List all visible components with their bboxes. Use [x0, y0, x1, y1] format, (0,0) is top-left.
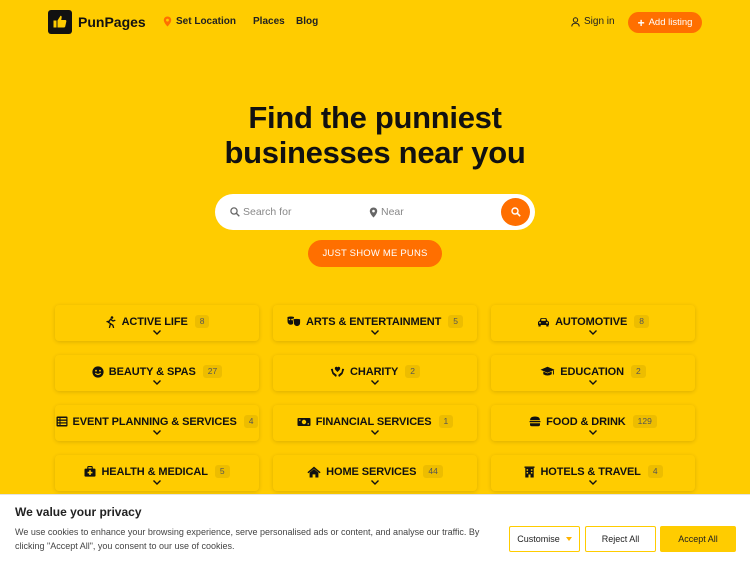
logo[interactable]: PunPages: [48, 10, 146, 34]
category-label: FINANCIAL SERVICES: [315, 415, 432, 428]
category-hotels-travel[interactable]: HOTELS & TRAVEL 4: [491, 455, 695, 491]
search-submit-button[interactable]: [501, 198, 530, 226]
burger-icon: [529, 416, 541, 428]
category-education[interactable]: EDUCATION 2: [491, 355, 695, 391]
category-health-medical[interactable]: HEALTH & MEDICAL 5: [55, 455, 259, 491]
category-count: 5: [448, 315, 464, 328]
site-header: PunPages Set Location Places Blog Sign i…: [0, 0, 750, 44]
hero-title: Find the punniest businesses near you: [0, 100, 750, 170]
category-active-life[interactable]: ACTIVE LIFE 8: [55, 305, 259, 341]
chevron-down-icon: [153, 380, 161, 385]
search-input[interactable]: Search for: [230, 194, 291, 230]
search-icon: [510, 207, 521, 217]
nav-blog[interactable]: Blog: [296, 16, 318, 27]
category-count: 4: [647, 465, 663, 478]
category-count: 8: [194, 315, 210, 328]
chevron-down-icon: [153, 430, 161, 435]
category-home-services[interactable]: HOME SERVICES 44: [273, 455, 477, 491]
plus-icon: +: [637, 15, 645, 30]
running-icon: [105, 315, 117, 328]
category-label: FOOD & DRINK: [546, 415, 626, 428]
chevron-down-icon: [371, 330, 379, 335]
hero-title-line-1: Find the punniest: [248, 100, 502, 135]
map-pin-icon: [163, 16, 172, 27]
list-icon: [56, 416, 68, 428]
category-label: EDUCATION: [560, 365, 624, 378]
search-bar: Search for Near: [215, 194, 535, 230]
category-arts-entertainment[interactable]: ARTS & ENTERTAINMENT 5: [273, 305, 477, 341]
sign-in-link[interactable]: Sign in: [571, 16, 615, 27]
category-automotive[interactable]: AUTOMOTIVE 8: [491, 305, 695, 341]
set-location-link[interactable]: Set Location: [163, 16, 236, 27]
money-icon: [297, 416, 311, 428]
chevron-down-icon: [589, 430, 597, 435]
chevron-down-icon: [589, 330, 597, 335]
just-show-me-puns-button[interactable]: JUST SHOW ME PUNS: [308, 240, 442, 267]
category-count: 4: [243, 415, 259, 428]
hotel-icon: [523, 466, 535, 478]
chevron-down-icon: [589, 380, 597, 385]
graduation-cap-icon: [540, 366, 555, 378]
near-input[interactable]: Near: [369, 194, 404, 230]
category-label: AUTOMOTIVE: [555, 315, 628, 328]
add-listing-button[interactable]: + Add listing: [628, 12, 702, 33]
category-label: EVENT PLANNING & SERVICES: [72, 415, 237, 428]
category-count: 27: [202, 365, 223, 378]
smile-icon: [92, 365, 104, 378]
near-placeholder: Near: [381, 206, 404, 218]
category-label: ACTIVE LIFE: [121, 315, 188, 328]
nav-places-label: Places: [253, 16, 285, 27]
category-label: CHARITY: [350, 365, 399, 378]
category-beauty-spas[interactable]: BEAUTY & SPAS 27: [55, 355, 259, 391]
search-icon: [230, 207, 240, 217]
thumbs-up-logo-icon: [48, 10, 72, 34]
set-location-label: Set Location: [176, 16, 237, 27]
theater-masks-icon: [287, 316, 301, 328]
category-count: 1: [438, 415, 454, 428]
category-count: 5: [214, 465, 230, 478]
medical-kit-icon: [84, 466, 96, 478]
chevron-down-icon: [371, 480, 379, 485]
nav-places[interactable]: Places: [253, 16, 285, 27]
category-label: BEAUTY & SPAS: [108, 365, 196, 378]
cookie-title: We value your privacy: [15, 505, 142, 519]
chevron-down-icon: [153, 330, 161, 335]
category-label: HEALTH & MEDICAL: [101, 465, 208, 478]
category-label: HOME SERVICES: [326, 465, 417, 478]
category-financial-services[interactable]: FINANCIAL SERVICES 1: [273, 405, 477, 441]
caret-down-icon: [565, 537, 572, 541]
chevron-down-icon: [371, 430, 379, 435]
chevron-down-icon: [153, 480, 161, 485]
home-icon: [307, 466, 321, 478]
category-count: 44: [423, 465, 443, 478]
customise-label: Customise: [517, 534, 560, 544]
chevron-down-icon: [589, 480, 597, 485]
reject-all-button[interactable]: Reject All: [585, 526, 656, 552]
map-marker-icon: [369, 207, 378, 217]
customise-button[interactable]: Customise: [509, 526, 580, 552]
category-count: 2: [405, 365, 420, 378]
chevron-down-icon: [371, 380, 379, 385]
car-icon: [537, 316, 550, 328]
user-icon: [571, 16, 580, 27]
hands-heart-icon: [330, 366, 345, 378]
nav-blog-label: Blog: [296, 16, 319, 27]
category-count: 8: [634, 315, 649, 328]
add-listing-label: Add listing: [648, 17, 693, 28]
search-placeholder: Search for: [243, 206, 292, 218]
hero-title-line-2: businesses near you: [224, 135, 526, 170]
accept-all-button[interactable]: Accept All: [660, 526, 736, 552]
category-label: HOTELS & TRAVEL: [540, 465, 641, 478]
category-count: 2: [630, 365, 646, 378]
category-count: 129: [632, 415, 657, 428]
category-charity[interactable]: CHARITY 2: [273, 355, 477, 391]
cookie-consent-banner: We value your privacy We use cookies to …: [0, 494, 750, 562]
cookie-description: We use cookies to enhance your browsing …: [15, 527, 480, 551]
logo-text: PunPages: [78, 14, 146, 30]
sign-in-label: Sign in: [584, 16, 615, 27]
category-event-planning[interactable]: EVENT PLANNING & SERVICES 4: [55, 405, 259, 441]
category-food-drink[interactable]: FOOD & DRINK 129: [491, 405, 695, 441]
category-label: ARTS & ENTERTAINMENT: [305, 315, 442, 328]
